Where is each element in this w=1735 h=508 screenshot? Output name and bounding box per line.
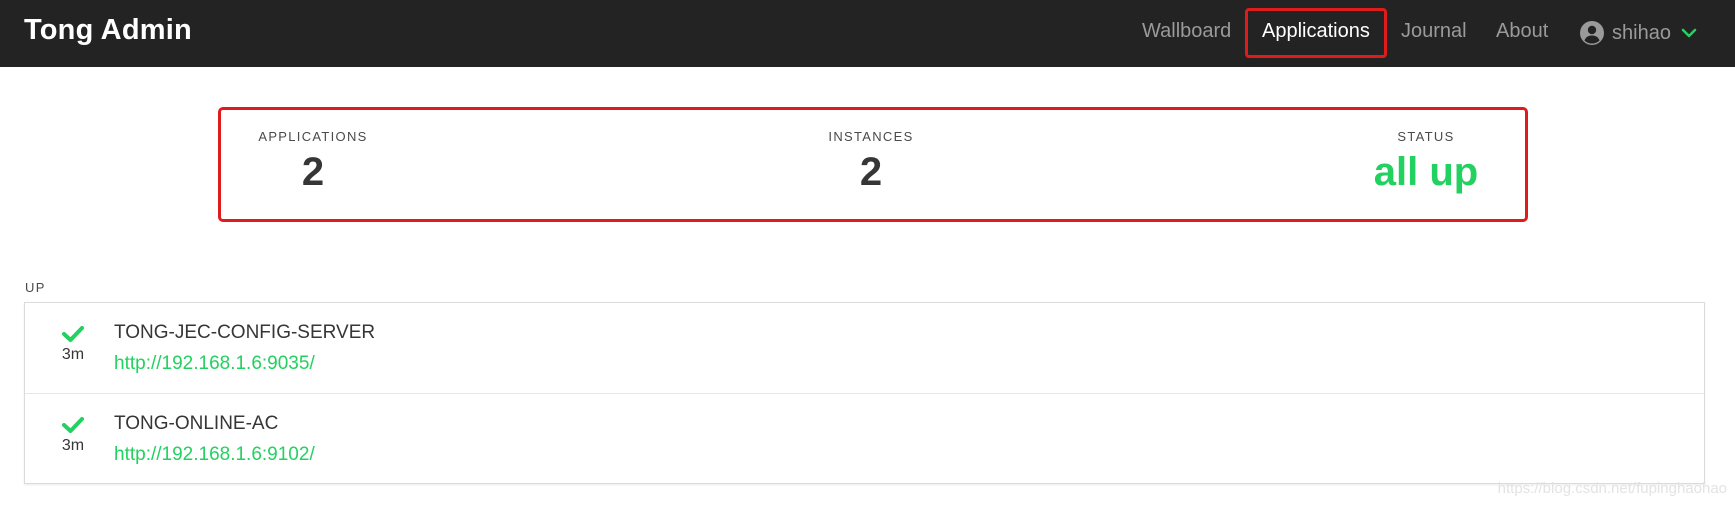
stat-applications-label: APPLICATIONS: [258, 129, 368, 144]
status-column: 3m: [55, 325, 91, 364]
nav-about[interactable]: About: [1496, 20, 1548, 43]
stat-status-value: all up: [1373, 150, 1479, 194]
user-avatar-icon: [1580, 21, 1604, 45]
uptime: 3m: [61, 437, 85, 454]
application-url-link[interactable]: http://192.168.1.6:9035/: [114, 353, 315, 375]
applications-highlight-box: [1245, 8, 1387, 58]
application-name: TONG-ONLINE-AC: [114, 413, 279, 434]
nav-wallboard[interactable]: Wallboard: [1142, 20, 1231, 43]
uptime: 3m: [61, 346, 85, 363]
stat-instances-value: 2: [859, 150, 883, 194]
stat-status-label: STATUS: [1397, 129, 1455, 144]
user-menu[interactable]: shihao: [1580, 18, 1697, 48]
application-row[interactable]: 3m TONG-JEC-CONFIG-SERVER http://192.168…: [25, 303, 1704, 393]
stat-instances: INSTANCES 2: [791, 129, 951, 194]
stat-applications: APPLICATIONS 2: [233, 129, 393, 194]
application-url-link[interactable]: http://192.168.1.6:9102/: [114, 444, 315, 466]
nav-journal[interactable]: Journal: [1401, 20, 1467, 43]
application-list: 3m TONG-JEC-CONFIG-SERVER http://192.168…: [24, 302, 1705, 484]
check-icon: [62, 326, 84, 342]
brand-title[interactable]: Tong Admin: [24, 14, 192, 47]
check-icon: [62, 417, 84, 433]
summary-stats: APPLICATIONS 2 INSTANCES 2 STATUS all up: [218, 107, 1528, 222]
watermark: https://blog.csdn.net/fupinghaohao: [1497, 480, 1727, 497]
application-row[interactable]: 3m TONG-ONLINE-AC http://192.168.1.6:910…: [25, 393, 1704, 484]
application-name: TONG-JEC-CONFIG-SERVER: [114, 322, 376, 343]
stat-status: STATUS all up: [1346, 129, 1506, 194]
stat-instances-label: INSTANCES: [828, 129, 914, 144]
stat-applications-value: 2: [301, 150, 325, 194]
section-up-label: UP: [25, 280, 46, 295]
chevron-down-icon: [1681, 28, 1697, 38]
status-column: 3m: [55, 416, 91, 455]
user-name: shihao: [1612, 21, 1671, 44]
top-navbar: Tong Admin Wallboard Applications Journa…: [0, 0, 1735, 67]
